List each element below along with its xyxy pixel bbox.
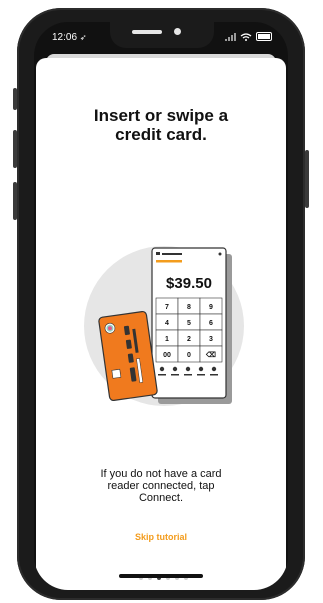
- card-reader-illustration: $39.50 7 8 94 5 61 2 300 0 ⌫: [84, 246, 244, 406]
- terminal-button-line: [184, 374, 192, 376]
- keypad-key-label: 6: [209, 320, 213, 327]
- keypad-key-label: 2: [187, 336, 191, 343]
- terminal-keypad: 7 8 94 5 61 2 300 0 ⌫: [155, 297, 223, 363]
- keypad-key-label: 0: [187, 352, 191, 359]
- keypad-key-label: 00: [163, 352, 171, 359]
- terminal-button-line: [171, 374, 179, 376]
- wifi-icon: [240, 32, 252, 41]
- card-chip-icon: [111, 368, 122, 379]
- keypad-key-label: ⌫: [205, 351, 216, 359]
- keypad-key-label: 7: [165, 304, 169, 311]
- tutorial-title: Insert or swipe a credit card.: [93, 106, 229, 144]
- terminal-button-dot: [159, 366, 165, 372]
- keypad-key-label: 8: [187, 304, 191, 311]
- cellular-signal-icon: [225, 32, 236, 41]
- keypad-key-label: 5: [187, 320, 191, 327]
- home-indicator[interactable]: [119, 574, 203, 578]
- terminal-button-line: [158, 374, 166, 376]
- phone-screen: 12:06 ➶ Insert or swipe a credit card. $…: [34, 22, 288, 590]
- power-button: [305, 150, 309, 208]
- front-camera: [174, 28, 181, 35]
- speaker-grille: [132, 30, 162, 34]
- terminal-button-line: [210, 374, 218, 376]
- tutorial-sheet: Insert or swipe a credit card. $39.50 7 8…: [36, 58, 286, 590]
- terminal-button-dot: [172, 366, 178, 372]
- terminal-button-dot: [198, 366, 204, 372]
- notch: [110, 22, 214, 48]
- skip-tutorial-link[interactable]: Skip tutorial: [36, 532, 286, 542]
- terminal-button-dot: [185, 366, 191, 372]
- terminal-button-dot: [211, 366, 217, 372]
- keypad-key-label: 4: [165, 320, 169, 327]
- keypad-key-label: 9: [209, 304, 213, 311]
- battery-icon: [256, 32, 272, 41]
- keypad-key-label: 1: [165, 336, 169, 343]
- status-indicators: [225, 32, 272, 41]
- tutorial-body-text: If you do not have a card reader connect…: [100, 468, 222, 504]
- keypad-key-label: 3: [209, 336, 213, 343]
- terminal-button-line: [197, 374, 205, 376]
- location-arrow-icon: ➶: [79, 33, 87, 42]
- status-time: 12:06 ➶: [52, 32, 87, 43]
- terminal-amount: $39.50: [166, 275, 212, 292]
